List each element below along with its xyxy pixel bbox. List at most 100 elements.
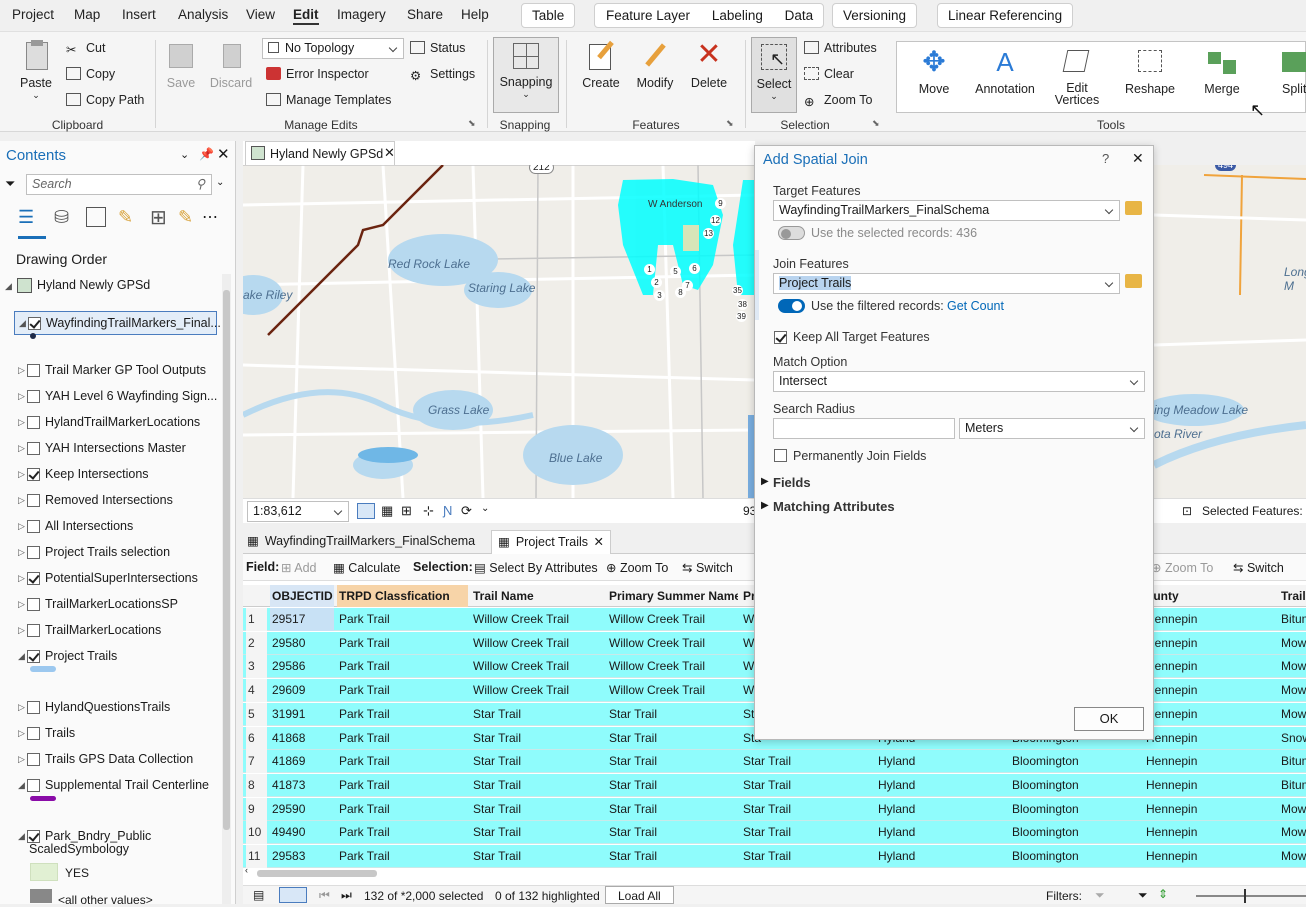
expand-arrow-icon[interactable]: ▷ [18, 365, 25, 376]
table-row[interactable]: 11 29583 Park Trail Star Trail Star Trail Sta… [243, 845, 1306, 868]
table-hscrollbar[interactable]: ‹ [243, 865, 483, 878]
column-header[interactable]: OBJECTID * [270, 585, 334, 607]
layer-row[interactable]: ▷ Trails [0, 722, 220, 746]
layer-visibility-checkbox[interactable] [27, 650, 40, 663]
error-inspector-button[interactable]: Error Inspector [266, 67, 369, 81]
trail-marker[interactable]: 13 [703, 228, 714, 239]
layer-row[interactable]: ▷ Project Trails selection [0, 541, 220, 565]
constraints-icon[interactable]: ⊹ [423, 503, 434, 519]
zoom-to-button[interactable]: ⊕ Zoom To [606, 560, 668, 575]
switch-selection-button-2[interactable]: ⇆ Switch [1233, 560, 1284, 575]
layer-row[interactable]: ◢ WayfindingTrailMarkers_Final... [14, 311, 221, 335]
clear-selection-button[interactable]: Clear [804, 67, 854, 81]
reshape-button[interactable]: Reshape [1122, 46, 1178, 96]
menu-imagery[interactable]: Imagery [337, 7, 386, 22]
expand-arrow-icon[interactable]: ▷ [18, 625, 25, 636]
list-by-editing-icon[interactable]: ✎ [118, 207, 133, 228]
copy-path-button[interactable]: Copy Path [66, 93, 144, 107]
use-filtered-records-toggle[interactable] [778, 299, 805, 313]
trail-marker[interactable]: 3 [654, 290, 665, 301]
copy-button[interactable]: Copy [66, 67, 115, 81]
layer-visibility-checkbox[interactable] [27, 598, 40, 611]
expand-arrow-icon[interactable]: ▷ [18, 547, 25, 558]
expand-arrow-icon[interactable]: ▷ [18, 495, 25, 506]
table-view-icon[interactable]: ▤ [253, 888, 264, 902]
list-by-snapping-icon[interactable]: ⊞ [150, 205, 167, 230]
edit-vertices-button[interactable]: Edit Vertices [1050, 46, 1104, 106]
column-header[interactable]: Trail Name [471, 585, 604, 607]
close-icon[interactable]: ✕ [217, 145, 230, 163]
scrollbar-thumb[interactable] [223, 290, 230, 830]
table-row[interactable]: 8 41873 Park Trail Star Trail Star Trail Star… [243, 773, 1306, 797]
layer-visibility-checkbox[interactable] [27, 572, 40, 585]
chevron-down-icon[interactable]: ⌄ [216, 177, 224, 188]
collapse-arrow-icon[interactable]: ◢ [19, 318, 26, 329]
menu-view[interactable]: View [246, 7, 275, 22]
menu-map[interactable]: Map [74, 7, 100, 22]
layer-visibility-checkbox[interactable] [28, 317, 41, 330]
column-header[interactable]: Primary Summer Name [607, 585, 738, 607]
match-option-select[interactable]: Intersect [773, 371, 1145, 392]
map-tab[interactable]: Hyland Newly GPSd ✕ [245, 141, 395, 165]
tab-table[interactable]: Table [521, 3, 576, 28]
collapse-arrow-icon[interactable]: ◢ [18, 831, 25, 842]
map-scale-select[interactable]: 1:83,612 [247, 501, 349, 522]
layer-visibility-checkbox[interactable] [27, 416, 40, 429]
trail-marker[interactable]: 35 [732, 285, 743, 296]
zoom-to-button-2[interactable]: ⊕ Zoom To [1151, 560, 1213, 575]
layer-visibility-checkbox[interactable] [27, 701, 40, 714]
switch-selection-button[interactable]: ⇆ Switch [682, 560, 733, 575]
join-features-select[interactable]: Project Trails [773, 273, 1120, 294]
expand-arrow-icon[interactable]: ▷ [18, 417, 25, 428]
topology-select[interactable]: No Topology [262, 38, 404, 59]
tab-wayfinding-table[interactable]: ▦ WayfindingTrailMarkers_FinalSchema [247, 533, 475, 548]
dialog-launcher-icon[interactable]: ⬊ [872, 118, 880, 129]
layer-row[interactable]: ▷ Keep Intersections [0, 463, 220, 487]
tab-project-trails-table[interactable]: ▦ Project Trails ✕ [491, 530, 611, 554]
discard-button[interactable]: Discard [208, 40, 254, 90]
map-name[interactable]: Hyland Newly GPSd [37, 278, 150, 292]
layer-visibility-checkbox[interactable] [27, 364, 40, 377]
column-header[interactable]: TRPD Classfication [337, 585, 468, 607]
list-by-source-icon[interactable]: ⛁ [54, 207, 69, 228]
status-button[interactable]: Status [410, 41, 465, 55]
list-by-selection-icon[interactable] [86, 207, 106, 227]
trail-marker[interactable]: 6 [689, 263, 700, 274]
expand-arrow-icon[interactable]: ▷ [18, 469, 25, 480]
collapse-arrow-icon[interactable]: ◢ [18, 651, 25, 662]
scroll-left-icon[interactable]: ‹ [245, 865, 248, 875]
layer-visibility-checkbox[interactable] [27, 494, 40, 507]
search-radius-input[interactable] [773, 418, 955, 439]
list-by-labeling-icon[interactable]: ✎ [178, 207, 193, 228]
tab-versioning[interactable]: Versioning [832, 3, 918, 28]
attributes-button[interactable]: Attributes [804, 41, 877, 55]
contents-search-input[interactable]: Search ⚲ [26, 174, 212, 195]
menu-help[interactable]: Help [461, 7, 489, 22]
layer-row[interactable]: ▷ YAH Intersections Master [0, 437, 220, 461]
snapping-grid-icon[interactable]: ⊞ [401, 503, 412, 519]
layer-visibility-checkbox[interactable] [27, 442, 40, 455]
layer-visibility-checkbox[interactable] [27, 624, 40, 637]
trail-marker[interactable]: 5 [670, 266, 681, 277]
expand-arrow-icon[interactable]: ▶ [761, 476, 769, 487]
paste-button[interactable]: Paste ⌄ [14, 40, 58, 101]
folder-icon[interactable] [1125, 274, 1142, 288]
expand-arrow-icon[interactable]: ▷ [18, 443, 25, 454]
search-icon[interactable]: ⚲ [196, 175, 205, 194]
list-by-drawing-order-tab[interactable]: ☰ [18, 207, 46, 239]
expand-arrow-icon[interactable]: ▷ [18, 702, 25, 713]
annotation-button[interactable]: A Annotation [970, 46, 1040, 96]
expand-arrow-icon[interactable]: ▷ [18, 754, 25, 765]
filter-icon[interactable]: ⏷ [1095, 888, 1105, 903]
sort-icon[interactable]: ⇕ [1158, 887, 1168, 901]
trail-marker[interactable]: 1 [644, 264, 655, 275]
menu-analysis[interactable]: Analysis [178, 7, 228, 22]
table-grid-icon[interactable]: ▦ [381, 503, 393, 519]
matching-attributes-section[interactable]: Matching Attributes [773, 499, 895, 514]
layer-row[interactable]: ▷ HylandTrailMarkerLocations [0, 411, 220, 435]
merge-button[interactable]: Merge [1196, 46, 1248, 96]
table-row[interactable]: 10 49490 Park Trail Star Trail Star Trail Sta… [243, 821, 1306, 845]
layer-row[interactable]: ▷ All Intersections [0, 515, 220, 539]
layer-visibility-checkbox[interactable] [27, 546, 40, 559]
pin-icon[interactable]: 📌 [199, 147, 214, 161]
